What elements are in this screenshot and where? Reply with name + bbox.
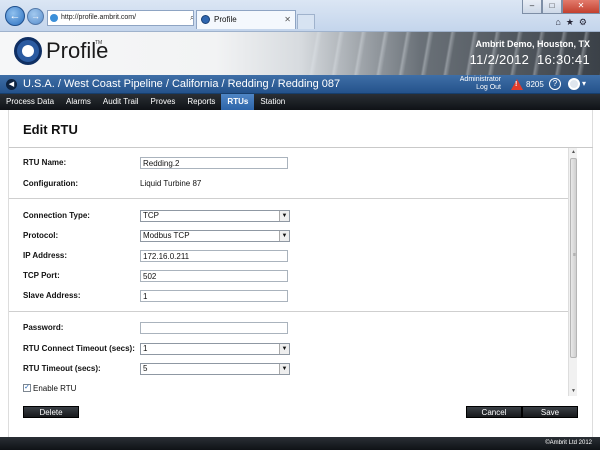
- enable-rtu-label: Enable RTU: [33, 384, 77, 393]
- tab-alarms[interactable]: Alarms: [60, 94, 97, 110]
- address-text: http://profile.ambrit.com/: [61, 14, 137, 21]
- alarm-warning-icon[interactable]: [511, 79, 523, 90]
- connect-timeout-select[interactable]: 1 ▼: [140, 343, 290, 355]
- user-name: Administrator: [459, 76, 501, 83]
- form-scrollbar[interactable]: ▲ ≡ ▼: [568, 148, 577, 396]
- tab-title: Profile: [214, 15, 237, 24]
- company-label: Ambrit Demo, Houston, TX: [475, 39, 591, 49]
- copyright-text: ©Ambrit Ltd 2012: [545, 440, 592, 446]
- rtu-name-label: RTU Name:: [23, 158, 67, 167]
- profile-favicon-icon: [201, 15, 210, 24]
- ip-address-input[interactable]: [140, 250, 288, 262]
- tab-audit-trail[interactable]: Audit Trail: [97, 94, 145, 110]
- logo-trademark: TM: [95, 40, 103, 46]
- main-nav: Process Data Alarms Audit Trail Proves R…: [0, 94, 600, 110]
- dropdown-arrow-icon: ▼: [279, 211, 289, 221]
- password-input[interactable]: [140, 322, 288, 334]
- window-controls: – □ ✕: [522, 0, 600, 14]
- settings-dropdown-caret[interactable]: ▾: [582, 79, 586, 88]
- address-tools[interactable]: ⌕ ▾ ⊠ ↻ ✕: [190, 11, 193, 25]
- delete-button[interactable]: Delete: [23, 406, 79, 418]
- connect-timeout-value: 1: [143, 344, 148, 353]
- save-button[interactable]: Save: [522, 406, 578, 418]
- dropdown-arrow-icon: ▼: [279, 344, 289, 354]
- protocol-select[interactable]: Modbus TCP ▼: [140, 230, 290, 242]
- protocol-value: Modbus TCP: [143, 231, 190, 240]
- tcp-port-label: TCP Port:: [23, 271, 60, 280]
- tab-close-icon[interactable]: ✕: [284, 11, 291, 29]
- protocol-label: Protocol:: [23, 231, 59, 240]
- scroll-grip-icon: ≡: [573, 252, 576, 258]
- tcp-port-input[interactable]: [140, 270, 288, 282]
- alarm-count[interactable]: 8205: [526, 80, 544, 89]
- app-header: Profile TM Ambrit Demo, Houston, TX 11/2…: [0, 32, 600, 75]
- connection-type-label: Connection Type:: [23, 211, 90, 220]
- rtu-timeout-label: RTU Timeout (secs):: [23, 364, 101, 373]
- connection-type-select[interactable]: TCP ▼: [140, 210, 290, 222]
- address-bar[interactable]: http://profile.ambrit.com/ ⌕ ▾ ⊠ ↻ ✕: [47, 10, 194, 26]
- connect-timeout-label: RTU Connect Timeout (secs):: [23, 344, 135, 353]
- new-tab-button[interactable]: [297, 14, 315, 29]
- user-box: Administrator Log Out: [443, 76, 501, 92]
- configuration-label: Configuration:: [23, 179, 79, 188]
- enable-rtu-checkbox[interactable]: ✓: [23, 384, 31, 392]
- footer: ©Ambrit Ltd 2012: [0, 437, 600, 450]
- connection-type-value: TCP: [143, 211, 159, 220]
- tab-rtus[interactable]: RTUs: [221, 94, 255, 110]
- cancel-button[interactable]: Cancel: [466, 406, 522, 418]
- current-time: 16:30:41: [536, 52, 590, 67]
- password-label: Password:: [23, 323, 64, 332]
- settings-icon[interactable]: [568, 78, 580, 90]
- rtu-timeout-select[interactable]: 5 ▼: [140, 363, 290, 375]
- maximize-button[interactable]: □: [542, 0, 562, 14]
- minimize-button[interactable]: –: [522, 0, 542, 14]
- scroll-down-arrow-icon[interactable]: ▼: [569, 387, 578, 396]
- current-date: 11/2/2012: [469, 52, 530, 67]
- logout-link[interactable]: Log Out: [443, 84, 501, 92]
- tab-reports[interactable]: Reports: [181, 94, 221, 110]
- ie-icon: [50, 14, 58, 22]
- dropdown-arrow-icon: ▼: [279, 231, 289, 241]
- page-title: Edit RTU: [23, 122, 78, 137]
- browser-tab-profile[interactable]: Profile ✕: [196, 10, 296, 29]
- browser-back-button[interactable]: ←: [5, 6, 25, 26]
- rtu-form: RTU Name: Configuration: Liquid Turbine …: [9, 148, 593, 396]
- breadcrumb-bar: ◀ U.S.A. / West Coast Pipeline / Califor…: [0, 75, 600, 94]
- close-window-button[interactable]: ✕: [562, 0, 600, 14]
- edit-rtu-panel: Edit RTU RTU Name: Configuration: Liquid…: [8, 110, 593, 437]
- scroll-up-arrow-icon[interactable]: ▲: [569, 148, 578, 157]
- browser-forward-button[interactable]: →: [27, 8, 44, 25]
- tab-proves[interactable]: Proves: [145, 94, 182, 110]
- browser-tools-icons[interactable]: ⌂★⚙: [555, 17, 592, 28]
- forward-arrow-icon: →: [31, 11, 40, 21]
- breadcrumb-back-button[interactable]: ◀: [6, 79, 17, 90]
- browser-toolbar: ← → http://profile.ambrit.com/ ⌕ ▾ ⊠ ↻ ✕…: [0, 0, 600, 32]
- ip-address-label: IP Address:: [23, 251, 68, 260]
- rtu-timeout-value: 5: [143, 364, 148, 373]
- tab-station[interactable]: Station: [254, 94, 291, 110]
- current-datetime: 11/2/2012 16:30:41: [470, 52, 590, 67]
- section-divider: [9, 198, 569, 199]
- back-arrow-icon: ←: [9, 10, 21, 22]
- slave-address-label: Slave Address:: [23, 291, 81, 300]
- scrollbar-thumb[interactable]: ≡: [570, 158, 577, 358]
- tab-process-data[interactable]: Process Data: [0, 94, 60, 110]
- section-divider: [9, 311, 569, 312]
- breadcrumb[interactable]: U.S.A. / West Coast Pipeline / Californi…: [23, 78, 340, 90]
- dropdown-arrow-icon: ▼: [279, 364, 289, 374]
- help-icon[interactable]: ?: [549, 78, 561, 90]
- slave-address-input[interactable]: [140, 290, 288, 302]
- profile-logo-icon: [14, 37, 42, 65]
- configuration-value: Liquid Turbine 87: [140, 179, 202, 188]
- rtu-name-input[interactable]: [140, 157, 288, 169]
